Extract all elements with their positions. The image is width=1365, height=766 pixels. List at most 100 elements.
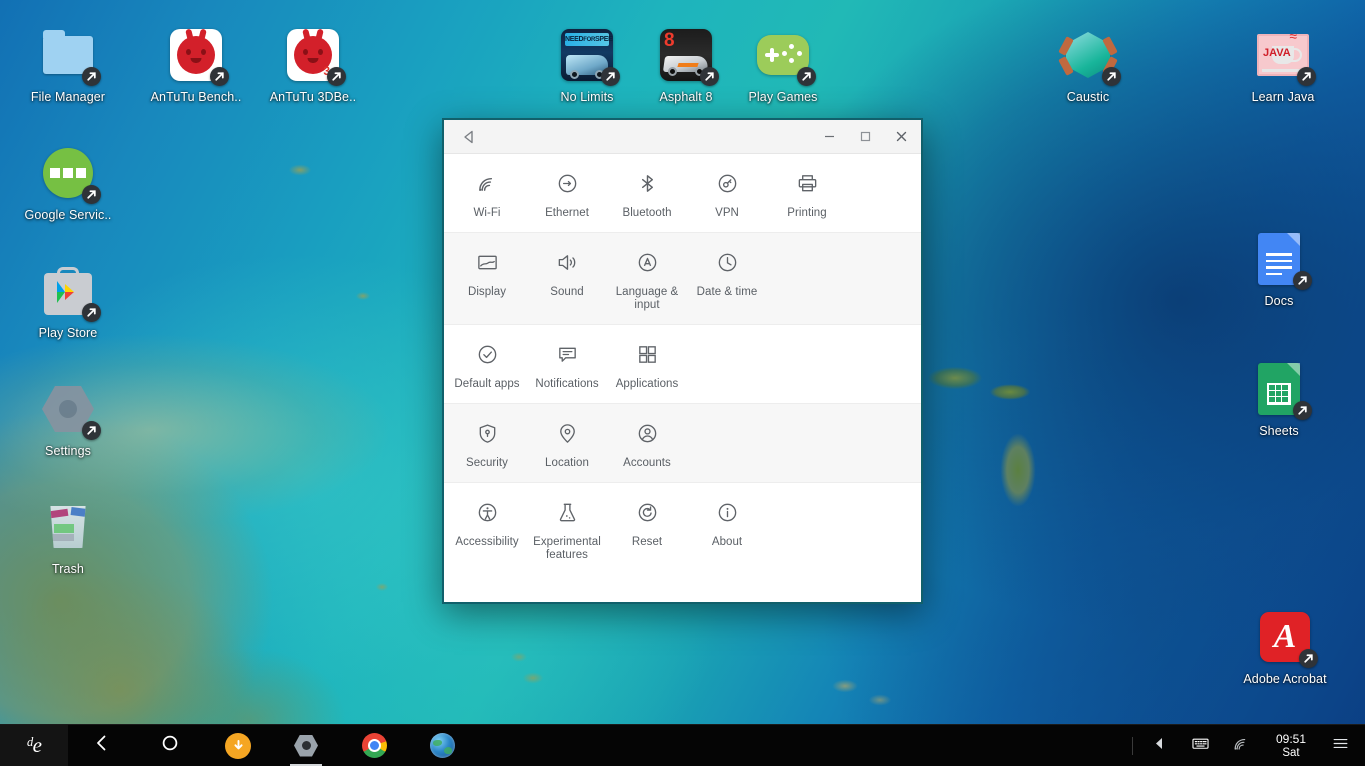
settings-window[interactable]: Wi-Fi Ethernet Bluetooth VPN Printing Di… xyxy=(442,118,923,604)
desktop-icon-caustic[interactable]: Caustic xyxy=(1032,26,1144,104)
settings-item-about[interactable]: About xyxy=(687,497,767,562)
ethernet-icon xyxy=(556,168,579,198)
settings-item-reset[interactable]: Reset xyxy=(607,497,687,562)
shortcut-arrow-icon xyxy=(1293,271,1312,290)
desktop-icon-play-games[interactable]: Play Games xyxy=(727,26,839,104)
taskbar-browser-button[interactable] xyxy=(408,725,476,766)
play-store-icon xyxy=(39,262,101,322)
shortcut-arrow-icon xyxy=(797,67,816,86)
desktop-icon-label: Sheets xyxy=(1259,424,1299,438)
desktop-icon-file-manager[interactable]: File Manager xyxy=(12,26,124,104)
maximize-button[interactable] xyxy=(847,121,883,153)
settings-item-wifi[interactable]: Wi-Fi xyxy=(447,168,527,220)
desktop-icon-adobe-acrobat[interactable]: A Adobe Acrobat xyxy=(1229,608,1341,686)
download-icon xyxy=(225,732,251,759)
settings-item-sound[interactable]: Sound xyxy=(527,247,607,312)
browser-globe-icon xyxy=(429,733,455,758)
desktop-icon-label: Asphalt 8 xyxy=(659,90,713,104)
shortcut-arrow-icon xyxy=(210,67,229,86)
settings-item-applications[interactable]: Applications xyxy=(607,339,687,391)
shortcut-arrow-icon xyxy=(1299,649,1318,668)
taskbar-menu-button[interactable] xyxy=(1320,725,1361,766)
settings-item-date-time[interactable]: Date & time xyxy=(687,247,767,312)
check-circle-icon xyxy=(476,339,499,369)
desktop-icon-label: Google Servic.. xyxy=(24,208,112,222)
desktop: File Manager AnTuTu Bench.. 3 AnTuTu 3DB… xyxy=(0,0,1365,766)
settings-item-location[interactable]: Location xyxy=(527,418,607,470)
shortcut-arrow-icon xyxy=(700,67,719,86)
taskbar-clock[interactable]: 09:51 Sat xyxy=(1262,725,1320,766)
taskbar: ᵈe 09:51 Sat xyxy=(0,724,1365,766)
caustic-icon xyxy=(1058,26,1121,86)
adobe-acrobat-icon: A xyxy=(1256,608,1318,668)
taskbar-downloads-button[interactable] xyxy=(204,725,272,766)
desktop-icon-antutu-bench[interactable]: AnTuTu Bench.. xyxy=(140,26,252,104)
desktop-icon-asphalt-8[interactable]: 8 Asphalt 8 xyxy=(630,26,742,104)
taskbar-chrome-button[interactable] xyxy=(340,725,408,766)
desktop-icon-settings[interactable]: Settings xyxy=(12,380,124,458)
google-services-icon xyxy=(39,144,101,204)
settings-item-label: Wi-Fi xyxy=(473,207,501,219)
settings-item-vpn[interactable]: VPN xyxy=(687,168,767,220)
settings-item-printing[interactable]: Printing xyxy=(767,168,847,220)
settings-item-display[interactable]: Display xyxy=(447,247,527,312)
settings-group-connectivity: Wi-Fi Ethernet Bluetooth VPN Printing xyxy=(444,154,921,233)
tray-keyboard-button[interactable] xyxy=(1180,725,1221,766)
tray-expand-button[interactable] xyxy=(1139,725,1180,766)
clock-time: 09:51 xyxy=(1275,731,1306,746)
shortcut-arrow-icon xyxy=(327,67,346,86)
hamburger-menu-icon xyxy=(1331,734,1350,758)
location-icon xyxy=(556,418,579,448)
minimize-button[interactable] xyxy=(811,121,847,153)
tray-divider xyxy=(1131,736,1133,755)
wifi-status-icon xyxy=(1232,734,1251,758)
reset-icon xyxy=(636,497,659,527)
desktop-icon-sheets[interactable]: Sheets xyxy=(1223,360,1335,438)
need-for-speed-icon: NEEDFORSPEED xyxy=(558,26,620,86)
taskbar-settings-button[interactable] xyxy=(272,725,340,766)
desktop-icon-play-store[interactable]: Play Store xyxy=(12,262,124,340)
settings-item-label: Date & time xyxy=(696,286,758,298)
desktop-icon-label: Docs xyxy=(1264,294,1294,308)
desktop-icon-trash[interactable]: Trash xyxy=(12,498,124,576)
window-titlebar xyxy=(444,120,921,154)
settings-item-language-input[interactable]: Language & input xyxy=(607,247,687,312)
desktop-icon-docs[interactable]: Docs xyxy=(1223,230,1335,308)
settings-item-security[interactable]: Security xyxy=(447,418,527,470)
antutu-icon xyxy=(167,26,229,86)
wifi-icon xyxy=(476,168,499,198)
back-arrow-icon[interactable] xyxy=(456,124,482,150)
settings-item-bluetooth[interactable]: Bluetooth xyxy=(607,168,687,220)
settings-item-label: Security xyxy=(466,457,508,469)
settings-item-label: Printing xyxy=(787,207,827,219)
settings-group-personal: Security Location Accounts xyxy=(444,404,921,483)
taskbar-back-button[interactable] xyxy=(68,725,136,766)
settings-item-default-apps[interactable]: Default apps xyxy=(447,339,527,391)
gear-icon xyxy=(294,734,318,757)
desktop-icon-label: AnTuTu 3DBe.. xyxy=(269,90,357,104)
close-button[interactable] xyxy=(883,121,919,153)
settings-item-ethernet[interactable]: Ethernet xyxy=(527,168,607,220)
desktop-icon-no-limits[interactable]: NEEDFORSPEED No Limits xyxy=(531,26,643,104)
settings-item-label: Sound xyxy=(550,286,584,298)
shield-icon xyxy=(476,418,499,448)
settings-item-experimental-features[interactable]: Experimental features xyxy=(527,497,607,562)
settings-group-system: Accessibility Experimental features Rese… xyxy=(444,483,921,574)
shortcut-arrow-icon xyxy=(82,67,101,86)
settings-item-notifications[interactable]: Notifications xyxy=(527,339,607,391)
shortcut-arrow-icon xyxy=(1293,401,1312,420)
tray-network-button[interactable] xyxy=(1221,725,1262,766)
desktop-icon-learn-java[interactable]: ≈ JAVA Learn Java xyxy=(1227,26,1339,104)
home-circle-icon xyxy=(160,733,180,758)
settings-item-accounts[interactable]: Accounts xyxy=(607,418,687,470)
os-logo-button[interactable]: ᵈe xyxy=(0,724,68,766)
shortcut-arrow-icon xyxy=(82,185,101,204)
taskbar-home-button[interactable] xyxy=(136,725,204,766)
settings-group-apps: Default apps Notifications Applications xyxy=(444,325,921,404)
desktop-icon-antutu-3dbench[interactable]: 3 AnTuTu 3DBe.. xyxy=(257,26,369,104)
settings-item-accessibility[interactable]: Accessibility xyxy=(447,497,527,562)
settings-item-label: Ethernet xyxy=(545,207,589,219)
taskbar-left: ᵈe xyxy=(0,724,476,766)
clock-icon xyxy=(716,247,739,277)
desktop-icon-google-services[interactable]: Google Servic.. xyxy=(12,144,124,222)
